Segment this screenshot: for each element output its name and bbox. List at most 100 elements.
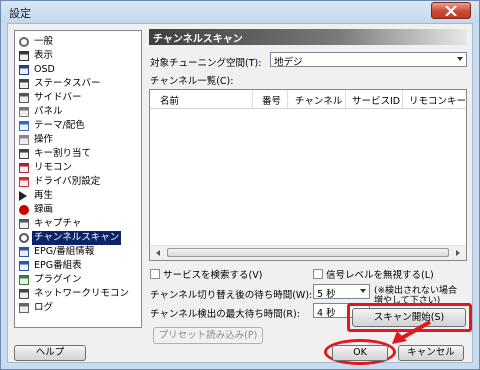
channel-scan-icon bbox=[19, 233, 29, 243]
statusbar-icon bbox=[19, 79, 29, 89]
scroll-right-button[interactable] bbox=[451, 247, 465, 259]
wait-after-switch-select[interactable]: 5 秒 bbox=[313, 284, 370, 300]
column-number[interactable]: 番号 bbox=[262, 93, 281, 107]
tree-item[interactable]: パネル bbox=[17, 105, 139, 119]
display-icon bbox=[19, 51, 29, 61]
epg-icon bbox=[19, 247, 29, 257]
panel-icon bbox=[19, 107, 29, 117]
column-channel[interactable]: チャンネル bbox=[295, 93, 342, 107]
record-icon bbox=[19, 205, 29, 215]
tree-item[interactable]: リモコン bbox=[17, 161, 139, 175]
tree-item[interactable]: ログ bbox=[17, 301, 139, 315]
theme-icon bbox=[19, 121, 29, 131]
channel-list[interactable]: 名前 番号 チャンネル サービスID リモコンキー bbox=[149, 89, 467, 261]
cancel-button[interactable]: キャンセル bbox=[398, 345, 464, 361]
driver-icon bbox=[19, 177, 29, 187]
tree-item[interactable]: プラグイン bbox=[17, 273, 139, 287]
tree-item-label: テーマ/配色 bbox=[34, 120, 85, 131]
tree-item-label: ドライバ別設定 bbox=[34, 176, 101, 187]
tree-item-label: 再生 bbox=[34, 190, 54, 201]
program-guide-icon bbox=[19, 261, 29, 271]
tree-item-label: EPG/番組情報 bbox=[34, 246, 95, 257]
column-divider[interactable] bbox=[252, 90, 253, 108]
tree-item-label: 一般 bbox=[34, 36, 54, 47]
tree-item[interactable]: OSD bbox=[17, 63, 139, 77]
channel-list-label: チャンネル一覧(C): bbox=[150, 76, 234, 87]
network-remote-icon bbox=[19, 289, 29, 299]
tree-item-label: キャプチャ bbox=[34, 218, 82, 229]
osd-icon bbox=[19, 65, 29, 75]
help-button[interactable]: ヘルプ bbox=[14, 345, 86, 361]
tree-item-label: サイドバー bbox=[34, 92, 82, 103]
close-icon bbox=[445, 6, 457, 16]
tuning-space-value: 地デジ bbox=[274, 57, 303, 68]
title-bar[interactable]: 設定 bbox=[1, 1, 479, 23]
channel-list-header: 名前 番号 チャンネル サービスID リモコンキー bbox=[150, 90, 466, 109]
panel-header: チャンネルスキャン bbox=[149, 29, 467, 45]
log-icon bbox=[19, 303, 29, 313]
gear-icon bbox=[19, 37, 29, 47]
tree-item-label: ネットワークリモコン bbox=[34, 288, 130, 299]
tree-item-label: 録画 bbox=[34, 204, 54, 215]
sidebar-icon bbox=[19, 93, 29, 103]
tree-item[interactable]: EPG番組表 bbox=[17, 259, 139, 273]
ignore-signal-checkbox[interactable] bbox=[313, 269, 323, 279]
settings-window: 設定 一般 表示 OSD ステータスバー サイドバー パネル テーマ/配色 操作 キー割り当てリ… bbox=[0, 0, 480, 370]
column-name[interactable]: 名前 bbox=[160, 93, 179, 107]
tree-item[interactable]: ネットワークリモコン bbox=[17, 287, 139, 301]
max-wait-value: 4 秒 bbox=[317, 308, 336, 319]
chevron-right-icon bbox=[456, 250, 460, 256]
tree-item-label: EPG番組表 bbox=[34, 260, 82, 271]
search-service-checkbox[interactable] bbox=[150, 269, 160, 279]
search-service-label: サービスを検索する(V) bbox=[163, 270, 263, 281]
ok-button[interactable]: OK bbox=[332, 345, 388, 361]
tree-item[interactable]: EPG/番組情報 bbox=[17, 245, 139, 259]
tree-item[interactable]: キー割り当て bbox=[17, 147, 139, 161]
tree-item[interactable]: チャンネルスキャン bbox=[17, 231, 139, 245]
tree-item[interactable]: サイドバー bbox=[17, 91, 139, 105]
wait-after-switch-label: チャンネル切り替え後の待ち時間(W): bbox=[150, 290, 313, 301]
tree-item[interactable]: 再生 bbox=[17, 189, 139, 203]
camera-icon bbox=[19, 219, 29, 229]
tree-item-label: 表示 bbox=[34, 50, 54, 61]
tree-item-label: OSD bbox=[34, 64, 55, 75]
scroll-left-button[interactable] bbox=[151, 247, 165, 259]
column-remote-key[interactable]: リモコンキー bbox=[409, 93, 466, 107]
chevron-down-icon bbox=[457, 57, 463, 61]
panel-header-title: チャンネルスキャン bbox=[153, 34, 243, 45]
tree-item-label: ステータスバー bbox=[34, 78, 101, 89]
window-title: 設定 bbox=[9, 7, 31, 20]
column-divider[interactable] bbox=[287, 90, 288, 108]
dialog-client-area: 一般 表示 OSD ステータスバー サイドバー パネル テーマ/配色 操作 キー割り当て リモコン… bbox=[7, 23, 473, 365]
tree-item[interactable]: テーマ/配色 bbox=[17, 119, 139, 133]
tree-item[interactable]: ドライバ別設定 bbox=[17, 175, 139, 189]
red-arrow-icon bbox=[392, 320, 431, 344]
max-wait-label: チャンネル検出の最大待ち時間(R): bbox=[150, 309, 300, 320]
tree-item[interactable]: 操作 bbox=[17, 133, 139, 147]
scrollbar-thumb[interactable] bbox=[167, 248, 449, 257]
mouse-icon bbox=[19, 135, 29, 145]
tree-item[interactable]: 録画 bbox=[17, 203, 139, 217]
tree-item-label: キー割り当て bbox=[34, 148, 92, 159]
tuning-space-label: 対象チューニング空間(T): bbox=[150, 58, 262, 69]
load-preset-button[interactable]: プリセット読み込み(P) bbox=[153, 327, 263, 344]
tree-item-label: プラグイン bbox=[34, 274, 82, 285]
chevron-left-icon bbox=[156, 250, 160, 256]
tree-item[interactable]: ステータスバー bbox=[17, 77, 139, 91]
tree-item[interactable]: キャプチャ bbox=[17, 217, 139, 231]
chevron-down-icon bbox=[360, 289, 366, 293]
column-divider[interactable] bbox=[345, 90, 346, 108]
tree-item-label: ログ bbox=[34, 302, 54, 313]
tree-item-label: 操作 bbox=[34, 134, 54, 145]
tree-item[interactable]: 一般 bbox=[17, 35, 139, 49]
column-service-id[interactable]: サービスID bbox=[352, 93, 400, 107]
tuning-space-select[interactable]: 地デジ bbox=[270, 52, 467, 68]
horizontal-scrollbar[interactable] bbox=[150, 245, 466, 260]
tree-item-label: パネル bbox=[34, 106, 63, 117]
close-button[interactable] bbox=[431, 2, 471, 19]
ignore-signal-label: 信号レベルを無視する(L) bbox=[326, 270, 434, 281]
tree-item[interactable]: 表示 bbox=[17, 49, 139, 63]
keyboard-icon bbox=[19, 149, 29, 159]
settings-category-tree[interactable]: 一般表示 OSD ステータスバー サイドバーパネルテーマ/配色 操作キー割り当てリモコン… bbox=[14, 30, 142, 328]
column-divider[interactable] bbox=[402, 90, 403, 108]
